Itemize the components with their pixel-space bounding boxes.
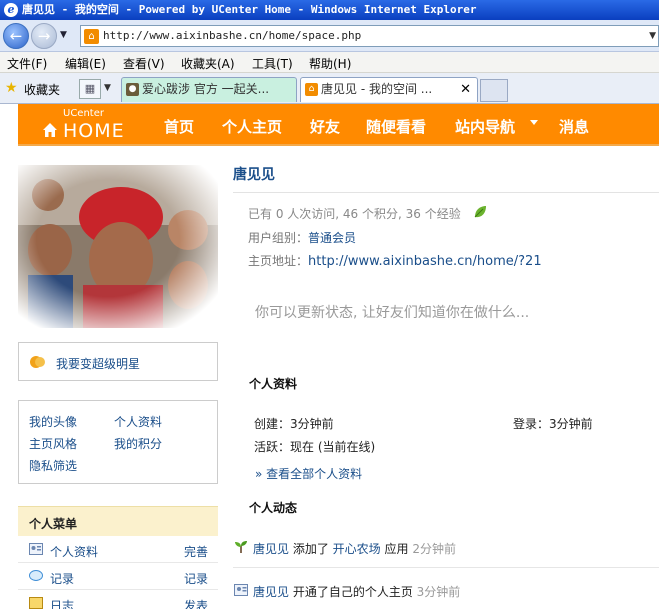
user-group-link[interactable]: 普通会员 (308, 231, 356, 245)
nav-dropdown-icon[interactable] (530, 120, 538, 125)
site-nav-bar: UCenter HOME 首页 个人主页 好友 随便看看 站内导航 消息 (18, 104, 659, 146)
home-house-icon (43, 123, 57, 137)
profile-created: 创建：3分钟前 (254, 417, 334, 431)
menu-help[interactable]: 帮助(H) (309, 55, 351, 72)
tab-label: 爱心跋涉 官方 一起关... (142, 82, 270, 96)
feed-action-text: 开通了自己的个人主页 (289, 585, 417, 599)
profile-login: 登录：3分钟前 (513, 417, 593, 431)
menu-favorites[interactable]: 收藏夹(A) (181, 55, 235, 72)
logo-ucenter[interactable]: UCenter (63, 108, 104, 119)
nav-home[interactable]: 首页 (164, 116, 194, 137)
personal-menu-header: 个人菜单 (18, 506, 218, 536)
tab-my-space[interactable]: ⌂ 唐见见 - 我的空间 ... ✕ (300, 77, 478, 102)
feed-user-link[interactable]: 唐见见 (253, 585, 289, 599)
feed-user-link[interactable]: 唐见见 (253, 542, 289, 556)
tab-favicon-icon: ● (126, 83, 139, 96)
window-title-bar: e 唐见见 - 我的空间 - Powered by UCenter Home -… (0, 0, 659, 20)
forward-button[interactable]: → (31, 23, 57, 49)
leaf-icon (474, 206, 486, 218)
menu-edit[interactable]: 编辑(E) (65, 55, 106, 72)
new-tab-button[interactable] (480, 79, 508, 102)
homepage-link[interactable]: http://www.aixinbashe.cn/home/?21 (308, 254, 542, 269)
feed-action-text: 应用 (380, 542, 413, 556)
divider (233, 192, 659, 193)
super-star-link[interactable]: 我要变超级明星 (56, 355, 140, 372)
link-my-avatar[interactable]: 我的头像 (29, 413, 77, 430)
menu-bar: 文件(F) 编辑(E) 查看(V) 收藏夹(A) 工具(T) 帮助(H) (0, 52, 659, 73)
menu-item-blog[interactable]: 日志 发表 (18, 591, 218, 609)
profile-stats: 已有 0 人次访问, 46 个积分, 36 个经验 (248, 207, 461, 221)
back-button[interactable]: ← (3, 23, 29, 49)
menu-file[interactable]: 文件(F) (7, 55, 47, 72)
favorites-star-icon[interactable]: ★ (5, 80, 18, 96)
menu-item-action[interactable]: 完善 (184, 543, 208, 560)
menu-item-label[interactable]: 记录 (50, 570, 74, 587)
feed-section-title: 个人动态 (249, 501, 298, 515)
link-privacy[interactable]: 隐私筛选 (29, 457, 77, 474)
tab-bar: ★ 收藏夹 ▦ ▼ ● 爱心跋涉 官方 一起关... ⌂ 唐见见 - 我的空间 … (0, 73, 659, 104)
window-title: 唐见见 - 我的空间 - Powered by UCenter Home - W… (22, 3, 477, 16)
link-home-style[interactable]: 主页风格 (29, 435, 77, 452)
ie-logo-icon: e (4, 3, 18, 17)
nav-my-page[interactable]: 个人主页 (222, 116, 282, 137)
tab-close-icon[interactable]: ✕ (460, 78, 471, 101)
menu-item-label[interactable]: 日志 (50, 597, 74, 609)
menu-item-records[interactable]: 记录 记录 (18, 564, 218, 590)
super-star-box: 我要变超级明星 (18, 342, 218, 381)
nav-messages[interactable]: 消息 (559, 116, 589, 137)
tab-list-dropdown-icon[interactable]: ▼ (104, 83, 111, 93)
address-dropdown-icon[interactable]: ▼ (649, 31, 656, 41)
favorites-button[interactable]: 收藏夹 (24, 81, 60, 98)
profile-active: 活跃：现在 (当前在线) (254, 440, 376, 454)
menu-item-action[interactable]: 发表 (184, 597, 208, 609)
quick-links-box: 我的头像 个人资料 主页风格 我的积分 隐私筛选 (18, 400, 218, 484)
history-dropdown-icon[interactable]: ▼ (60, 30, 67, 40)
homepage-row: 主页地址：http://www.aixinbashe.cn/home/?21 (248, 252, 542, 269)
status-update-input[interactable]: 你可以更新状态, 让好友们知道你在做什么... (255, 302, 529, 322)
id-card-icon (29, 543, 43, 555)
nav-friends[interactable]: 好友 (310, 116, 340, 137)
link-profile[interactable]: 个人资料 (114, 413, 162, 430)
menu-tools[interactable]: 工具(T) (252, 55, 293, 72)
quick-tabs-icon[interactable]: ▦ (79, 79, 101, 99)
menu-view[interactable]: 查看(V) (123, 55, 165, 72)
id-card-icon (234, 584, 248, 596)
avatar[interactable] (18, 165, 218, 328)
personal-menu-title: 个人菜单 (29, 517, 78, 531)
user-group-label: 用户组别： (248, 231, 309, 245)
feed-item: 唐见见 添加了 开心农场 应用 2分钟前 (233, 538, 659, 560)
logo-home[interactable]: HOME (63, 120, 125, 142)
notebook-icon (29, 597, 43, 609)
nav-site-map[interactable]: 站内导航 (455, 116, 515, 137)
tab-aixin[interactable]: ● 爱心跋涉 官方 一起关... (121, 77, 297, 102)
feed-action-text: 添加了 (289, 542, 333, 556)
feed-item: 唐见见 开通了自己的个人主页 3分钟前 (233, 581, 659, 603)
speech-bubble-icon (29, 570, 43, 581)
menu-item-profile[interactable]: 个人资料 完善 (18, 537, 218, 563)
profile-name[interactable]: 唐见见 (233, 164, 275, 184)
address-bar[interactable]: ⌂ http://www.aixinbashe.cn/home/space.ph… (80, 25, 659, 47)
page-content: UCenter HOME 首页 个人主页 好友 随便看看 站内导航 消息 我要变… (0, 104, 659, 609)
address-toolbar: ← → ▼ ⌂ http://www.aixinbashe.cn/home/sp… (0, 20, 659, 52)
menu-item-action[interactable]: 记录 (184, 570, 208, 587)
site-favicon-icon: ⌂ (84, 29, 99, 44)
address-input[interactable]: http://www.aixinbashe.cn/home/space.php (103, 29, 361, 42)
nav-browse[interactable]: 随便看看 (366, 116, 426, 137)
tab-favicon-icon: ⌂ (305, 83, 318, 96)
link-my-points[interactable]: 我的积分 (114, 435, 162, 452)
homepage-label: 主页地址： (248, 254, 309, 268)
star-badge-icon (30, 356, 45, 368)
feed-time: 3分钟前 (416, 585, 461, 599)
feed-app-link[interactable]: 开心农场 (333, 542, 381, 556)
profile-section-title: 个人资料 (249, 377, 298, 391)
tab-label: 唐见见 - 我的空间 ... (321, 82, 433, 96)
menu-item-label[interactable]: 个人资料 (50, 543, 98, 560)
divider (233, 567, 659, 568)
view-all-profile-link[interactable]: » 查看全部个人资料 (255, 465, 362, 482)
user-group-row: 用户组别：普通会员 (248, 229, 356, 246)
feed-time: 2分钟前 (412, 542, 456, 556)
sprout-icon (235, 541, 247, 553)
